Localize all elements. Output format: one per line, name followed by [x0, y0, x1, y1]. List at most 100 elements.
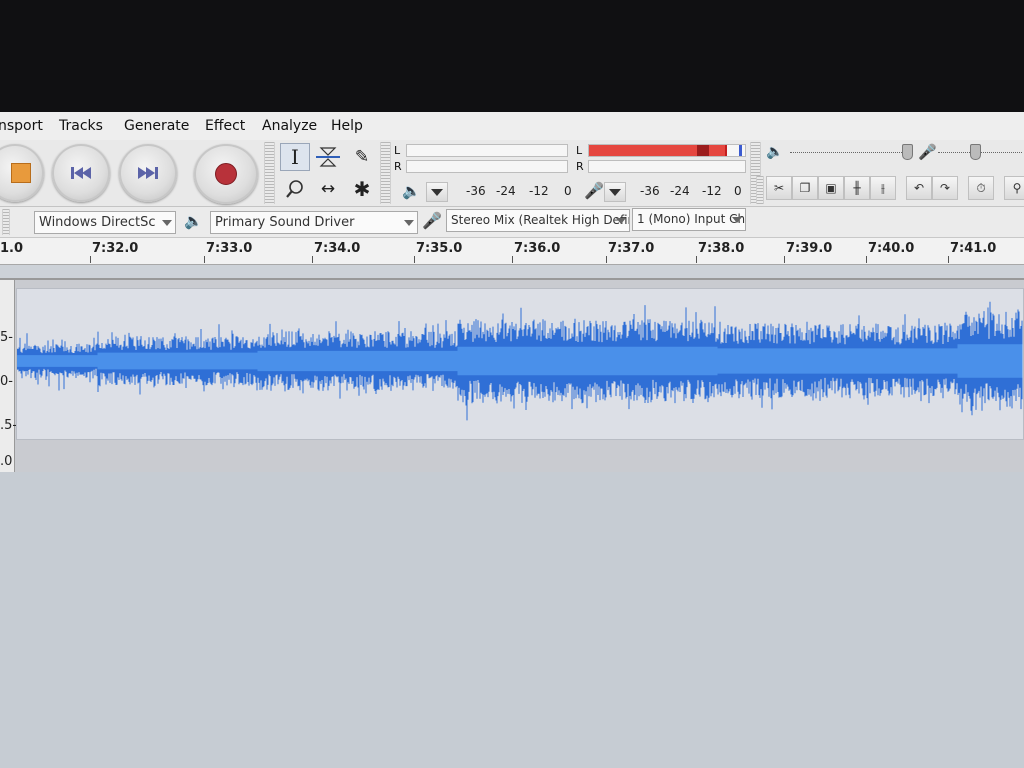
timeline-label: 1.0 [0, 241, 24, 256]
timeline-ruler[interactable]: 1.0 7:32.0 7:33.0 7:34.0 7:35.0 7:36.0 7… [0, 238, 1024, 265]
meter-scale-label: -36 [466, 184, 486, 198]
silence-icon: ⫲ [881, 180, 885, 195]
output-volume-thumb[interactable] [902, 144, 913, 160]
trim-icon: ╫ [853, 181, 861, 195]
chevron-down-icon [404, 220, 414, 226]
timeline-label: 7:33.0 [206, 241, 253, 256]
record-peak-marker [697, 145, 709, 156]
stop-icon [11, 163, 31, 183]
meter-scale-label: 0 [564, 184, 572, 198]
meter-label-l: L [394, 144, 401, 157]
timeline-label: 7:32.0 [92, 241, 139, 256]
draw-tool-icon: ✎ [354, 147, 370, 167]
timeline-tick [90, 256, 91, 263]
input-volume-thumb[interactable] [970, 144, 981, 160]
input-device-select[interactable]: Stereo Mix (Realtek High Defir [446, 209, 630, 232]
audio-host-value: Windows DirectSc [39, 215, 156, 230]
envelope-tool-icon [316, 147, 340, 167]
input-channels-select[interactable]: 1 (Mono) Input Ch [632, 208, 746, 231]
timeline-tick [204, 256, 205, 263]
amplitude-label: .0 [0, 454, 13, 469]
toolbar-grip[interactable] [756, 176, 764, 204]
silence-button[interactable]: ⫲ [870, 176, 896, 200]
record-icon [215, 163, 237, 185]
selection-tool-icon: I [291, 145, 299, 169]
multi-tool-button[interactable]: ✱ [347, 175, 377, 203]
paste-icon: ▣ [825, 181, 837, 195]
paste-button[interactable]: ▣ [818, 176, 844, 200]
speaker-icon: 🔈 [402, 182, 421, 200]
trim-button[interactable]: ╫ [844, 176, 870, 200]
skip-to-end-button[interactable] [119, 144, 177, 202]
record-button[interactable] [194, 144, 258, 204]
stop-button[interactable] [0, 144, 44, 202]
envelope-tool-button[interactable] [313, 143, 343, 171]
output-device-select[interactable]: Primary Sound Driver [210, 211, 418, 234]
chevron-down-icon [431, 188, 443, 196]
zoom-tool-button[interactable] [280, 175, 310, 203]
input-volume-icon: 🎤 [918, 143, 937, 161]
timeline-label: 7:40.0 [868, 241, 915, 256]
timeline-tick [866, 256, 867, 263]
toolbar-grip[interactable] [2, 209, 10, 235]
redo-button[interactable]: ↷ [932, 176, 958, 200]
toolbar-grip[interactable] [264, 142, 275, 204]
waveform-area[interactable] [16, 288, 1024, 440]
meter-scale-label: -24 [496, 184, 516, 198]
output-volume-icon: 🔈 [766, 144, 784, 160]
speaker-icon: 🔈 [184, 212, 203, 230]
empty-track-area[interactable] [0, 472, 1024, 768]
toolbar: I ✎ ↔ ✱ L R 🔈 -36 -24 -12 0 L R 🎤 -36 -2… [0, 140, 1024, 207]
audio-track[interactable]: 5- 0- .5- .0 [0, 278, 1024, 474]
timeshift-tool-button[interactable]: ↔ [313, 175, 343, 203]
menu-transport[interactable]: nsport [0, 118, 43, 134]
skip-to-start-button[interactable] [52, 144, 110, 202]
skip-end-icon [138, 167, 158, 179]
timeline-label: 7:34.0 [314, 241, 361, 256]
multi-tool-icon: ✱ [353, 177, 371, 201]
timeline-tick [606, 256, 607, 263]
undo-button[interactable]: ↶ [906, 176, 932, 200]
input-channels-value: 1 (Mono) Input Ch [637, 212, 746, 226]
record-meter-left[interactable] [588, 144, 746, 157]
amplitude-ruler: 5- 0- .5- .0 [0, 280, 18, 472]
audio-host-select[interactable]: Windows DirectSc [34, 211, 176, 234]
meter-scale-label: -24 [670, 184, 690, 198]
copy-button[interactable]: ❐ [792, 176, 818, 200]
waveform[interactable] [16, 289, 1023, 439]
amplitude-label: 5- [0, 330, 13, 345]
menu-analyze[interactable]: Analyze [262, 118, 317, 134]
record-meter-right[interactable] [588, 160, 746, 173]
output-volume-slider[interactable] [790, 152, 910, 155]
menu-help[interactable]: Help [331, 118, 363, 134]
meter-scale-label: 0 [734, 184, 742, 198]
amplitude-label: .5- [0, 418, 18, 433]
playback-meter-menu-button[interactable] [426, 182, 448, 202]
selection-tool-button[interactable]: I [280, 143, 310, 171]
toolbar-grip[interactable] [380, 142, 391, 204]
menu-generate[interactable]: Generate [124, 118, 189, 134]
timeline-label: 7:37.0 [608, 241, 655, 256]
timeline-tick [784, 256, 785, 263]
playback-meter-left[interactable] [406, 144, 568, 157]
zoom-tool-icon [286, 180, 303, 198]
meter-label-l: L [576, 144, 583, 157]
device-toolbar: Windows DirectSc 🔈 Primary Sound Driver … [0, 207, 1024, 238]
cut-button[interactable]: ✂ [766, 176, 792, 200]
meter-scale-label: -12 [529, 184, 549, 198]
skip-start-icon [71, 167, 91, 179]
menu-effect[interactable]: Effect [205, 118, 245, 134]
chevron-down-icon [162, 220, 172, 226]
clock-icon: ⏱ [976, 180, 986, 195]
chevron-down-icon [732, 217, 742, 223]
amplitude-label: 0- [0, 374, 13, 389]
playback-meter-right[interactable] [406, 160, 568, 173]
zoom-in-button[interactable]: ⚲ [1004, 176, 1024, 200]
menu-tracks[interactable]: Tracks [59, 118, 103, 134]
meter-label-r: R [394, 160, 402, 173]
audacity-window: nsport Tracks Generate Effect Analyze He… [0, 112, 1024, 768]
draw-tool-button[interactable]: ✎ [347, 143, 377, 171]
undo-icon: ↶ [913, 181, 925, 195]
record-meter-menu-button[interactable] [604, 182, 626, 202]
sync-lock-button[interactable]: ⏱ [968, 176, 994, 200]
